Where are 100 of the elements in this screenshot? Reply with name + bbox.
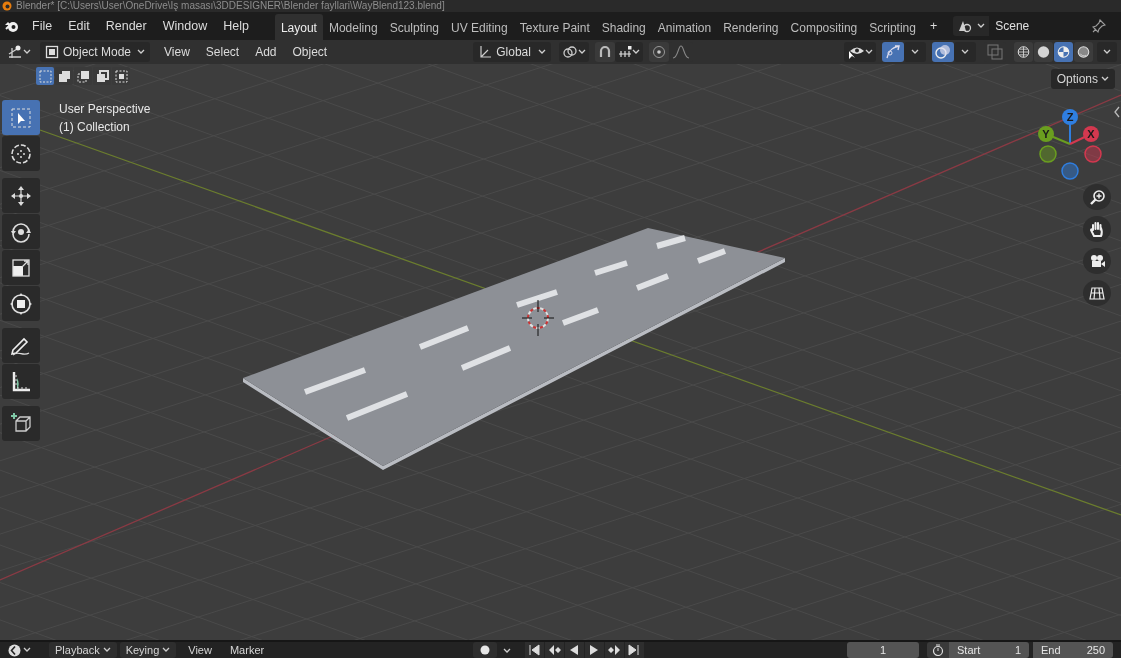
stopwatch-icon	[932, 644, 944, 656]
menu-item[interactable]: Edit	[60, 13, 98, 39]
grid-icon	[1089, 285, 1105, 301]
selection-mode-icon	[94, 68, 110, 84]
pan-button[interactable]	[1083, 216, 1111, 242]
playback-button[interactable]	[565, 642, 585, 658]
tool-button[interactable]	[2, 286, 40, 321]
caret-icon	[23, 647, 31, 653]
workspace-tab[interactable]: Modeling	[322, 14, 384, 40]
eye-pointer-icon	[847, 45, 865, 59]
ortho-toggle-button[interactable]	[1083, 280, 1111, 306]
workspace-tab[interactable]: UV Editing	[445, 14, 514, 40]
frame-range-field[interactable]: Start 1	[949, 642, 1029, 658]
caret-icon	[977, 23, 986, 29]
app-logo-icon	[4, 19, 20, 34]
caret-icon	[1101, 76, 1109, 82]
tool-button[interactable]	[2, 214, 40, 249]
menu-item[interactable]: View	[156, 43, 198, 61]
options-dropdown[interactable]: Options	[1050, 69, 1115, 89]
snap-target-dropdown[interactable]	[615, 42, 644, 62]
menu-item[interactable]: Marker	[220, 641, 274, 658]
tool-button[interactable]	[2, 178, 40, 213]
record-button[interactable]	[473, 642, 498, 658]
caret-icon	[23, 49, 31, 55]
tool-button[interactable]	[2, 328, 40, 363]
dropdown-button[interactable]	[1097, 42, 1117, 62]
viewport-info-text: (1) Collection	[59, 119, 131, 136]
axis-handle[interactable]: Z	[1062, 109, 1078, 125]
menu-item[interactable]: Help	[215, 13, 257, 39]
record-dot-icon	[480, 645, 491, 655]
add-workspace-button[interactable]: +	[921, 13, 946, 39]
orientation-dropdown[interactable]: Global	[473, 42, 552, 62]
axis-handle[interactable]: Y	[1038, 126, 1054, 142]
dropdown-button[interactable]	[954, 42, 976, 62]
playback-button[interactable]	[625, 642, 645, 658]
falloff-curve-icon	[672, 45, 691, 59]
material-shading-button[interactable]	[1054, 42, 1073, 62]
workspace-tab[interactable]: Animation	[651, 14, 718, 40]
menu-item[interactable]: View	[179, 641, 221, 658]
snap-toggle[interactable]	[595, 42, 616, 62]
axis-handle[interactable]	[1039, 145, 1057, 163]
pivot-point-dropdown[interactable]	[559, 42, 590, 62]
scene-selector[interactable]: Scene	[953, 16, 1110, 36]
zoom-icon	[1089, 189, 1105, 205]
rendered-shading-button[interactable]	[1074, 42, 1093, 62]
selectability-dropdown[interactable]	[844, 42, 876, 62]
magnet-icon	[598, 45, 613, 59]
menu-item[interactable]: Select	[197, 43, 248, 61]
axis-handle[interactable]	[1061, 162, 1079, 180]
workspace-tab[interactable]: Texture Paint	[513, 14, 596, 40]
frame-range-field[interactable]: End 250	[1033, 642, 1113, 658]
tool-button[interactable]	[2, 406, 40, 441]
menu-item[interactable]: Object	[284, 43, 336, 61]
workspace-tab[interactable]: Sculpting	[383, 14, 445, 40]
menu-item[interactable]: Window	[154, 13, 216, 39]
3d-cursor-icon	[521, 299, 555, 337]
workspace-tab[interactable]: Rendering	[717, 14, 785, 40]
selection-mode-button[interactable]	[74, 67, 92, 85]
auto-frame-range-toggle[interactable]	[927, 642, 949, 658]
tool-button[interactable]	[2, 250, 40, 285]
proportional-icon	[652, 45, 667, 59]
overlay-toggle[interactable]	[932, 42, 954, 62]
object-mode-dropdown[interactable]: Object Mode	[40, 42, 150, 62]
axis-handle[interactable]	[1084, 145, 1102, 163]
camera-view-button[interactable]	[1083, 248, 1111, 274]
link-icon	[562, 45, 579, 59]
gizmo-toggle[interactable]	[882, 42, 904, 62]
selection-mode-icon	[113, 68, 129, 84]
playback-button[interactable]	[585, 642, 605, 658]
workspace-tab[interactable]: Scripting	[863, 14, 922, 40]
selection-mode-icon	[75, 68, 91, 84]
zoom-button[interactable]	[1083, 184, 1111, 210]
playback-button[interactable]	[525, 642, 545, 658]
dropdown-button[interactable]	[904, 42, 926, 62]
tool-button[interactable]	[2, 364, 40, 399]
menu-item[interactable]: Render	[97, 13, 155, 39]
menu-item[interactable]: File	[24, 13, 61, 39]
menu-item[interactable]: Add	[247, 43, 285, 61]
workspace-tab[interactable]: Shading	[595, 14, 652, 40]
menu-dropdown[interactable]: Keying	[119, 642, 177, 658]
selection-mode-button[interactable]	[112, 67, 130, 85]
caret-icon	[1103, 49, 1111, 55]
overlay-circles-icon	[935, 44, 951, 60]
workspace-tab[interactable]: Layout	[274, 14, 323, 40]
wireframe-shading-button[interactable]	[1014, 42, 1033, 62]
playback-button[interactable]	[545, 642, 565, 658]
xray-toggle[interactable]	[984, 42, 1006, 62]
selection-mode-button[interactable]	[55, 67, 73, 85]
menu-dropdown[interactable]: Playback	[49, 642, 117, 658]
tool-button[interactable]	[2, 136, 40, 171]
workspace-tab[interactable]: Compositing	[784, 14, 864, 40]
current-frame-field[interactable]: 1	[847, 642, 919, 658]
caret-icon	[578, 49, 587, 55]
playback-button[interactable]	[605, 642, 625, 658]
axis-handle[interactable]: X	[1083, 126, 1099, 142]
prev-keyframe-icon	[548, 644, 562, 656]
cursor-icon	[9, 141, 33, 166]
proportional-edit-toggle[interactable]	[649, 42, 670, 62]
caret-icon	[961, 49, 969, 55]
solid-shading-button[interactable]	[1034, 42, 1053, 62]
